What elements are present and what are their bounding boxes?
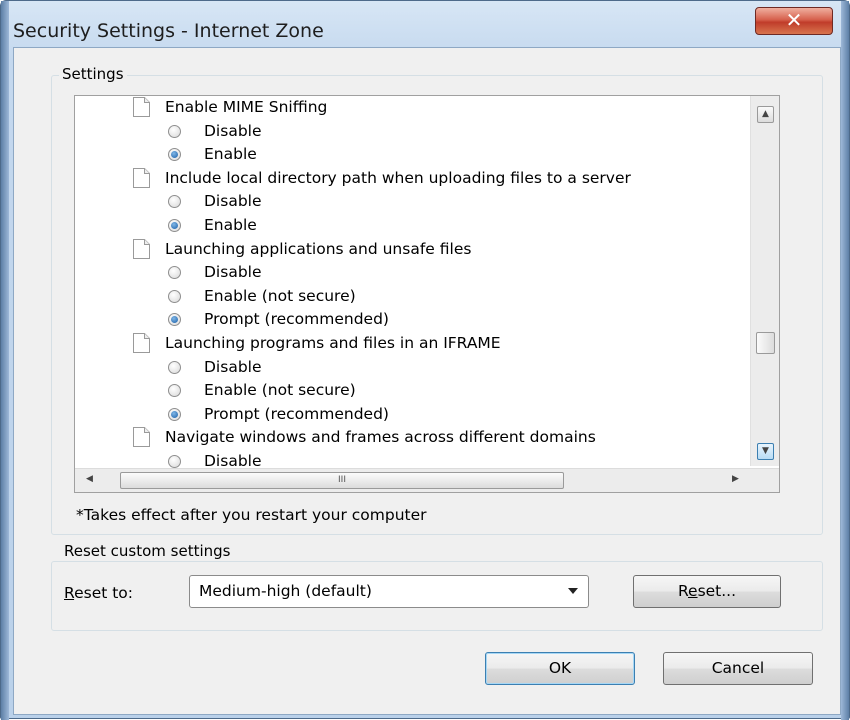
setting-category-label: Launching programs and files in an IFRAM… <box>165 334 501 352</box>
setting-option-label: Disable <box>204 121 262 140</box>
setting-option-label: Disable <box>204 357 262 376</box>
setting-option-label: Enable (not secure) <box>204 381 356 400</box>
radio-selected[interactable] <box>168 407 181 421</box>
radio-unselected[interactable] <box>168 266 181 280</box>
restart-note: *Takes effect after you restart your com… <box>76 506 427 524</box>
radio-unselected[interactable] <box>168 124 181 138</box>
horizontal-scrollbar[interactable]: ◀ III ▶ <box>75 468 779 492</box>
scroll-up-icon: ▲ <box>762 109 769 119</box>
reset-level-dropdown[interactable]: Medium-high (default) <box>189 575 589 608</box>
dialog-window: Security Settings - Internet Zone ✕ Sett… <box>0 0 850 720</box>
reset-to-mnemonic: R <box>64 584 75 602</box>
reset-group-label: Reset custom settings <box>61 542 234 560</box>
radio-unselected[interactable] <box>168 195 181 209</box>
document-icon <box>132 426 151 448</box>
reset-button-text-start: R <box>677 582 689 600</box>
scroll-right-icon: ▶ <box>732 474 739 484</box>
close-icon: ✕ <box>785 8 803 32</box>
vertical-scroll-thumb[interactable] <box>756 332 775 354</box>
radio-selected[interactable] <box>168 148 181 162</box>
setting-option[interactable]: Enable (not secure) <box>75 379 755 401</box>
document-icon <box>132 167 151 189</box>
setting-option[interactable]: Enable <box>75 214 755 236</box>
reset-button-text-end: set... <box>697 582 737 600</box>
setting-category-label: Enable MIME Sniffing <box>165 98 328 116</box>
setting-option-label: Enable <box>204 145 257 164</box>
horizontal-scroll-thumb[interactable]: III <box>120 472 564 489</box>
reset-to-text: eset to: <box>74 584 134 602</box>
scroll-down-button[interactable]: ▼ <box>757 443 774 460</box>
radio-unselected[interactable] <box>168 455 181 468</box>
radio-selected[interactable] <box>168 219 181 232</box>
setting-category[interactable]: Launching programs and files in an IFRAM… <box>75 332 755 354</box>
title-bar[interactable]: Security Settings - Internet Zone ✕ <box>1 1 850 47</box>
setting-option[interactable]: Prompt (recommended) <box>75 403 755 425</box>
setting-option[interactable]: Disable <box>75 261 755 283</box>
setting-category-label: Include local directory path when upload… <box>165 168 631 187</box>
setting-option-label: Enable <box>204 216 257 234</box>
cancel-button[interactable]: Cancel <box>663 652 813 685</box>
settings-group-label: Settings <box>59 65 127 83</box>
setting-option[interactable]: Enable <box>75 143 755 165</box>
radio-unselected[interactable] <box>168 289 181 303</box>
setting-category-label: Navigate windows and frames across diffe… <box>165 428 596 447</box>
setting-option[interactable]: Disable <box>75 356 755 378</box>
scroll-left-icon: ◀ <box>86 474 93 484</box>
close-button[interactable]: ✕ <box>755 7 833 35</box>
settings-list[interactable]: Enable MIME Sniffing Disable Enable Include… <box>74 95 780 493</box>
scroll-up-button[interactable]: ▲ <box>757 106 774 123</box>
radio-unselected[interactable] <box>168 384 181 398</box>
setting-option-label: Prompt (recommended) <box>204 310 389 329</box>
setting-option-label: Prompt (recommended) <box>204 404 389 423</box>
scroll-left-button[interactable]: ◀ <box>81 472 98 489</box>
document-icon <box>132 332 151 354</box>
setting-option[interactable]: Enable (not secure) <box>75 285 755 307</box>
document-icon <box>132 238 151 260</box>
reset-button[interactable]: Reset... <box>633 575 781 608</box>
window-frame-right <box>841 1 849 720</box>
reset-level-value: Medium-high (default) <box>199 582 372 600</box>
reset-to-label: Reset to: <box>64 584 133 602</box>
setting-option-label: Disable <box>204 263 262 282</box>
chevron-down-icon <box>568 588 578 594</box>
setting-category[interactable]: Launching applications and unsafe files <box>75 238 755 260</box>
scroll-right-button[interactable]: ▶ <box>727 472 744 489</box>
scroll-down-icon: ▼ <box>762 446 769 456</box>
setting-category[interactable]: Include local directory path when upload… <box>75 167 755 189</box>
window-frame-left <box>1 1 9 720</box>
setting-category[interactable]: Navigate windows and frames across diffe… <box>75 426 755 448</box>
setting-option-label: Disable <box>204 192 262 211</box>
grip-icon: III <box>338 475 346 485</box>
window-title: Security Settings - Internet Zone <box>13 20 324 42</box>
reset-button-mnemonic: e <box>688 582 698 600</box>
setting-option[interactable]: Disable <box>75 120 755 142</box>
radio-unselected[interactable] <box>168 360 181 374</box>
setting-option[interactable]: Disable <box>75 190 755 212</box>
radio-selected[interactable] <box>168 313 181 327</box>
vertical-scrollbar[interactable]: ▲ ▼ <box>750 96 779 466</box>
document-icon <box>132 96 151 118</box>
setting-category-label: Launching applications and unsafe files <box>165 239 472 258</box>
setting-category[interactable]: Enable MIME Sniffing <box>75 96 755 118</box>
setting-option[interactable]: Prompt (recommended) <box>75 308 755 330</box>
setting-option-label: Enable (not secure) <box>204 286 356 305</box>
ok-button[interactable]: OK <box>485 652 635 685</box>
